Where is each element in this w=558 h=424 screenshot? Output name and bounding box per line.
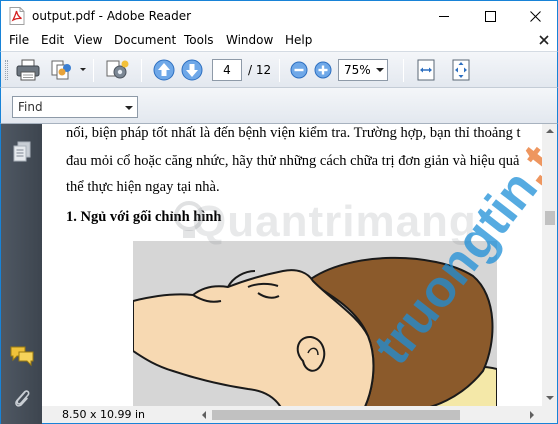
scroll-down-icon[interactable] bbox=[546, 396, 554, 400]
menu-edit[interactable]: Edit bbox=[41, 33, 64, 47]
fit-width-button[interactable] bbox=[413, 57, 439, 83]
previous-page-button[interactable] bbox=[151, 57, 177, 83]
collaborate-icon bbox=[51, 60, 71, 80]
zoom-in-icon bbox=[314, 61, 332, 79]
collaborate-button[interactable] bbox=[49, 57, 75, 83]
maximize-icon bbox=[484, 10, 496, 22]
toolbar: 4 / 12 75% bbox=[0, 51, 558, 88]
menu-document[interactable]: Document bbox=[114, 33, 176, 47]
arrow-down-icon bbox=[181, 59, 203, 81]
chevron-down-icon[interactable] bbox=[376, 68, 384, 72]
paragraph-line: thể thực hiện ngay tại nhà. bbox=[66, 179, 220, 195]
fit-page-button[interactable] bbox=[448, 57, 474, 83]
settings-button[interactable] bbox=[104, 57, 130, 83]
vertical-scrollbar[interactable] bbox=[542, 124, 558, 406]
minimize-button[interactable] bbox=[421, 1, 467, 31]
comments-panel-button[interactable] bbox=[10, 344, 34, 368]
paperclip-icon bbox=[15, 390, 30, 407]
zoom-select[interactable]: 75% bbox=[338, 59, 388, 81]
print-button[interactable] bbox=[15, 57, 41, 83]
page-number-input[interactable]: 4 bbox=[212, 59, 242, 81]
window-title: output.pdf - Adobe Reader bbox=[32, 9, 192, 23]
menu-bar: File Edit View Document Tools Window Hel… bbox=[0, 31, 558, 51]
toolbar-separator bbox=[403, 59, 404, 82]
horizontal-scroll-thumb[interactable] bbox=[212, 410, 460, 420]
navigation-panel bbox=[0, 124, 42, 424]
paragraph-line: nối, biện pháp tốt nhất là đến bệnh viện… bbox=[66, 125, 521, 141]
paragraph-line: đau mỏi cổ hoặc căng nhức, hãy thử những… bbox=[66, 153, 520, 169]
zoom-in-button[interactable] bbox=[310, 57, 336, 83]
close-icon bbox=[539, 35, 549, 45]
toolbar-separator bbox=[141, 59, 142, 82]
toolbar-separator bbox=[93, 59, 94, 82]
chevron-down-icon[interactable] bbox=[125, 106, 133, 110]
find-input[interactable]: Find bbox=[12, 96, 138, 118]
watermark-brand: Quantrimang bbox=[192, 197, 477, 246]
toolbar-separator bbox=[279, 59, 280, 82]
printer-icon bbox=[16, 59, 40, 81]
scroll-right-icon[interactable] bbox=[530, 411, 534, 419]
pdf-file-icon bbox=[9, 7, 25, 25]
document-viewport[interactable]: nối, biện pháp tốt nhất là đến bệnh viện… bbox=[42, 124, 542, 406]
attachments-panel-button[interactable] bbox=[10, 386, 34, 410]
scroll-left-icon[interactable] bbox=[202, 411, 206, 419]
arrow-up-icon bbox=[153, 59, 175, 81]
close-document-button[interactable] bbox=[539, 34, 549, 48]
zoom-value: 75% bbox=[344, 63, 371, 77]
next-page-button[interactable] bbox=[179, 57, 205, 83]
comments-icon bbox=[10, 346, 34, 367]
pages-icon bbox=[13, 141, 31, 162]
menu-view[interactable]: View bbox=[74, 33, 102, 47]
fit-width-icon bbox=[417, 59, 435, 81]
menu-tools[interactable]: Tools bbox=[184, 33, 214, 47]
pdf-page: nối, biện pháp tốt nhất là đến bệnh viện… bbox=[42, 124, 542, 406]
find-placeholder: Find bbox=[18, 100, 43, 114]
page-total: / 12 bbox=[248, 63, 272, 77]
title-bar: output.pdf - Adobe Reader bbox=[0, 0, 558, 31]
close-icon bbox=[529, 10, 541, 22]
find-toolbar: Find bbox=[0, 88, 558, 124]
minimize-icon bbox=[438, 15, 449, 17]
toolbar-grip[interactable] bbox=[5, 60, 8, 80]
chevron-down-icon[interactable] bbox=[80, 68, 86, 71]
page-size-label: 8.50 x 10.99 in bbox=[62, 408, 146, 421]
menu-help[interactable]: Help bbox=[285, 33, 312, 47]
horizontal-scrollbar[interactable]: 8.50 x 10.99 in bbox=[42, 406, 558, 424]
zoom-out-button[interactable] bbox=[286, 57, 312, 83]
pages-panel-button[interactable] bbox=[10, 140, 34, 164]
menu-file[interactable]: File bbox=[9, 33, 29, 47]
vertical-scroll-thumb[interactable] bbox=[545, 211, 555, 225]
zoom-out-icon bbox=[290, 61, 308, 79]
close-window-button[interactable] bbox=[512, 1, 558, 31]
scroll-up-icon[interactable] bbox=[546, 129, 554, 133]
fit-page-icon bbox=[452, 59, 470, 81]
maximize-button[interactable] bbox=[467, 1, 513, 31]
menu-window[interactable]: Window bbox=[226, 33, 273, 47]
gear-icon bbox=[106, 60, 129, 79]
